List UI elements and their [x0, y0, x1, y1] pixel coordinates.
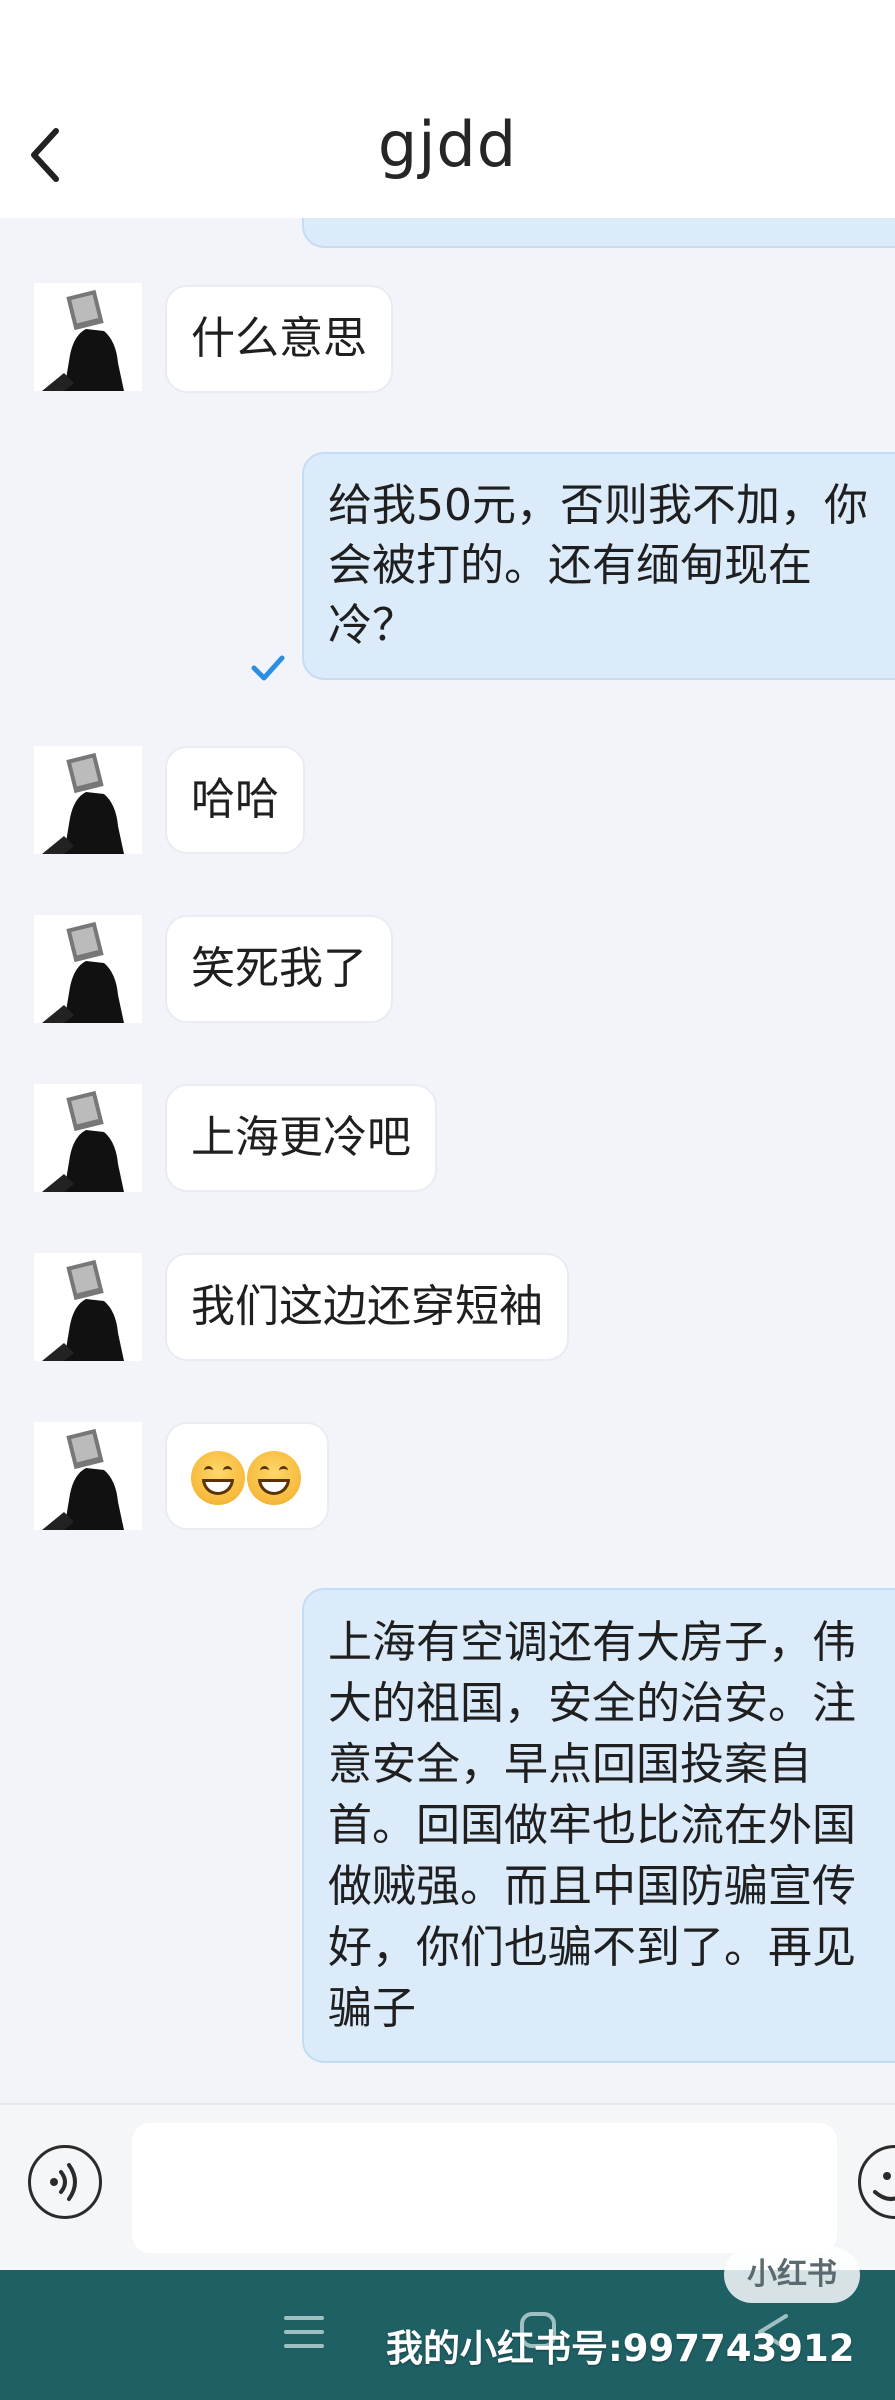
message-text: 哈哈: [191, 774, 279, 825]
incoming-message-bubble[interactable]: [165, 1422, 329, 1530]
message-text: 什么意思: [191, 313, 367, 364]
menu-icon[interactable]: [282, 2312, 326, 2352]
message-input[interactable]: [132, 2123, 837, 2253]
outgoing-message-bubble[interactable]: 给我50元，否则我不加，你会被打的。还有缅甸现在冷？: [302, 452, 895, 680]
message-text: 给我50元，否则我不加，你会被打的。还有缅甸现在冷？: [328, 480, 868, 651]
incoming-message-bubble[interactable]: 上海更冷吧: [165, 1084, 437, 1192]
previous-message-bubble: [302, 218, 895, 248]
message-text: 上海有空调还有大房子，伟大的祖国，安全的治安。注意安全，早点回国投案自首。回国做…: [328, 1617, 856, 2034]
incoming-message-bubble[interactable]: 我们这边还穿短袖: [165, 1253, 569, 1361]
emoji-button[interactable]: [858, 2145, 895, 2219]
watermark-text: 我的小红书号:997743912: [386, 2327, 855, 2370]
message-text: 我们这边还穿短袖: [191, 1281, 543, 1332]
message-list[interactable]: 什么意思 给我50元，否则我不加，你会被打的。还有缅甸现在冷？ 哈哈 笑死我了: [0, 218, 895, 2103]
incoming-message-bubble[interactable]: 笑死我了: [165, 915, 393, 1023]
message-text: 笑死我了: [191, 943, 367, 994]
contact-avatar[interactable]: [34, 283, 142, 391]
emoji-smile-icon: [873, 2172, 895, 2201]
contact-avatar[interactable]: [34, 746, 142, 854]
outgoing-message-bubble[interactable]: 上海有空调还有大房子，伟大的祖国，安全的治安。注意安全，早点回国投案自首。回国做…: [302, 1588, 895, 2063]
incoming-message-bubble[interactable]: 什么意思: [165, 285, 393, 393]
chat-header: gjdd: [0, 0, 895, 218]
contact-avatar[interactable]: [34, 915, 142, 1023]
voice-button[interactable]: [28, 2145, 102, 2219]
message-input-bar: [0, 2103, 895, 2270]
incoming-message-bubble[interactable]: 哈哈: [165, 746, 305, 854]
message-text: 上海更冷吧: [191, 1112, 411, 1163]
contact-avatar[interactable]: [34, 1422, 142, 1530]
xiaohongshu-logo-watermark: 小红书: [724, 2247, 860, 2303]
chat-title: gjdd: [377, 108, 518, 181]
grinning-face-emoji: [247, 1451, 301, 1505]
read-check-icon: [251, 655, 285, 681]
contact-avatar[interactable]: [34, 1084, 142, 1192]
grinning-face-emoji: [191, 1451, 245, 1505]
contact-avatar[interactable]: [34, 1253, 142, 1361]
voice-input-icon: [50, 2163, 77, 2201]
